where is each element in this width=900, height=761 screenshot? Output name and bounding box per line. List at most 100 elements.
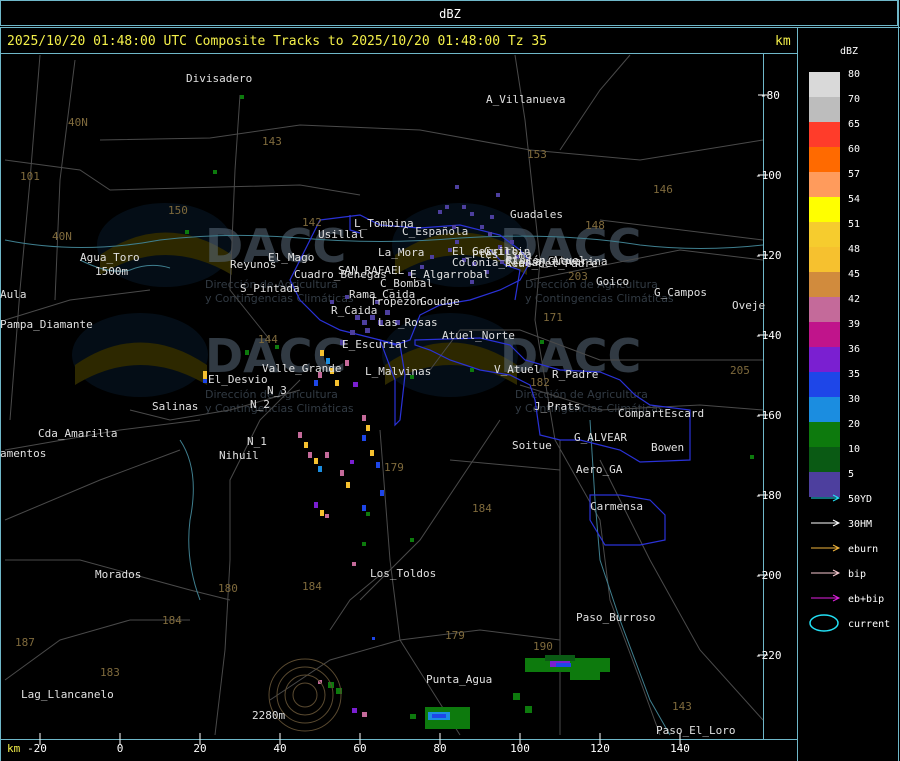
- place-label: 1500m: [95, 265, 128, 278]
- place-label: El_Mago: [268, 251, 314, 264]
- legend-swatch-label: 54: [848, 194, 860, 205]
- legend-swatch: [809, 197, 840, 222]
- place-label: J_Prats: [534, 400, 580, 413]
- route-label: 40N: [68, 116, 88, 129]
- place-label: Punta_Agua: [426, 673, 492, 686]
- route-label: 205: [730, 364, 750, 377]
- route-label: 153: [527, 148, 547, 161]
- legend-swatch-label: 70: [848, 94, 860, 105]
- x-tick-label: 20: [193, 742, 206, 755]
- x-tick-label: -20: [27, 742, 47, 755]
- place-label: N_2: [250, 398, 270, 411]
- route-label: 142: [302, 216, 322, 229]
- route-label: 148: [585, 219, 605, 232]
- route-label: 180: [218, 582, 238, 595]
- radar-map[interactable]: DACC DACC DACC DACC Dirección de Agricul…: [0, 0, 900, 761]
- route-label: 171: [543, 311, 563, 324]
- legend-swatch-label: 57: [848, 169, 860, 180]
- x-tick-label: 100: [510, 742, 530, 755]
- legend-swatch-label: 60: [848, 144, 860, 155]
- x-tick-label: 80: [433, 742, 446, 755]
- legend-swatch: [809, 172, 840, 197]
- place-label: Divisadero: [186, 72, 252, 85]
- route-label: 143: [262, 135, 282, 148]
- place-label: Agua_Toro: [80, 251, 140, 264]
- place-label: CompartEscard: [618, 407, 704, 420]
- legend-swatch-label: 10: [848, 444, 860, 455]
- legend-swatch: [809, 447, 840, 472]
- place-label: El_Desvio: [208, 373, 268, 386]
- x-tick-label: 60: [353, 742, 366, 755]
- y-tick-label: -80: [760, 89, 780, 102]
- place-label: Oveje: [732, 299, 765, 312]
- legend-swatch-label: 36: [848, 344, 860, 355]
- x-tick-label: 140: [670, 742, 690, 755]
- legend-scale: 80 70 65 60 57 54 51 48 45 42 39 36 35 30 20 10 5: [809, 69, 860, 497]
- route-label: 187: [15, 636, 35, 649]
- place-label: La_Mora: [378, 246, 424, 259]
- place-label: Paso_Burroso: [576, 611, 655, 624]
- legend-swatch: [809, 322, 840, 347]
- y-tick-label: -120: [755, 249, 782, 262]
- route-label: 143: [672, 700, 692, 713]
- route-label: 150: [168, 204, 188, 217]
- route-label: 184: [302, 580, 322, 593]
- place-label: Bowen: [651, 441, 684, 454]
- legend-swatch: [809, 247, 840, 272]
- legend-swatch: [809, 222, 840, 247]
- legend-swatch-label: 45: [848, 269, 860, 280]
- legend-swatch: [809, 347, 840, 372]
- place-label: R_Padre: [552, 368, 598, 381]
- route-label: 184: [162, 614, 182, 627]
- place-label: Aero_GA: [576, 463, 623, 476]
- x-tick-label: 0: [117, 742, 124, 755]
- place-label: Morados: [95, 568, 141, 581]
- route-label: 182: [530, 376, 550, 389]
- place-label: Nihuil: [219, 449, 259, 462]
- legend-swatch-label: 51: [848, 219, 860, 230]
- place-label: Cda_Amarilla: [38, 427, 117, 440]
- roads: [4, 54, 764, 736]
- legend-swatch-label: 5: [848, 469, 854, 480]
- place-label: N_3: [267, 384, 287, 397]
- place-label: S_Pintada: [240, 282, 300, 295]
- place-label: Guadales: [510, 208, 563, 221]
- route-label: 179: [384, 461, 404, 474]
- place-label: Las_Rosas: [378, 316, 438, 329]
- y-tick-label: -220: [755, 649, 782, 662]
- y-tick-label: -160: [755, 409, 782, 422]
- legend-swatch: [809, 422, 840, 447]
- legend-swatch: [809, 272, 840, 297]
- place-label: Atuel_Norte: [442, 329, 515, 342]
- place-label: Goico: [596, 275, 629, 288]
- route-label: 144: [258, 333, 278, 346]
- legend-track-label: 30HM: [848, 519, 872, 530]
- place-label: L_Malvinas: [365, 365, 431, 378]
- legend-swatch-label: 48: [848, 244, 860, 255]
- place-label: Rama_Caida: [349, 288, 415, 301]
- watermark-sub-3b: y Contingencias Climáticas: [205, 402, 354, 415]
- y-tick-label: -100: [755, 169, 782, 182]
- place-label: 2280m: [252, 709, 285, 722]
- legend-swatch-label: 65: [848, 119, 860, 130]
- legend-swatch: [809, 97, 840, 122]
- place-label: Pampa_Diamante: [0, 318, 93, 331]
- place-label: Aula: [0, 288, 27, 301]
- place-label: G_ALVEAR: [574, 431, 627, 444]
- place-label: Salinas: [152, 400, 198, 413]
- y-tick-label: -200: [755, 569, 782, 582]
- legend-swatch: [809, 297, 840, 322]
- map-title: 2025/10/20 01:48:00 UTC Composite Tracks…: [7, 34, 548, 49]
- legend-swatch-label: 80: [848, 69, 860, 80]
- route-label: 40N: [52, 230, 72, 243]
- legend-swatch: [809, 147, 840, 172]
- y-tick-label: -180: [755, 489, 782, 502]
- place-label: Carmensa: [590, 500, 643, 513]
- legend-track-label: eb+bip: [848, 594, 884, 605]
- route-label: 179: [445, 629, 465, 642]
- place-label: V_Atuel: [494, 363, 540, 376]
- legend-current-marker: [809, 614, 839, 632]
- legend-track-label: eburn: [848, 544, 878, 555]
- place-label: A_Villanueva: [486, 93, 565, 106]
- watermark-sub-2b: y Contingencias Climáticas: [525, 292, 674, 305]
